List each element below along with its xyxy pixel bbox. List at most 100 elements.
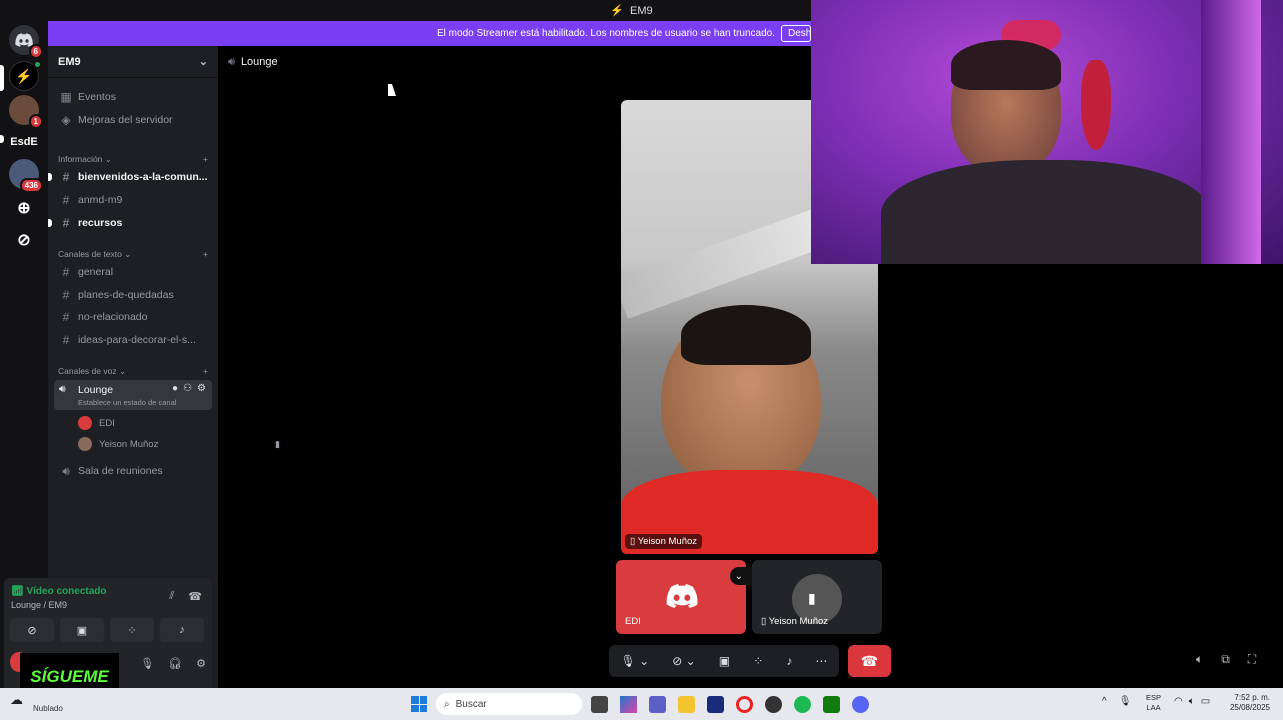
more-options-button[interactable]: ⋯ — [815, 654, 827, 668]
live-indicator — [33, 60, 42, 69]
weather-label: Nublado — [33, 704, 63, 713]
copilot-icon[interactable] — [620, 696, 637, 713]
hash-icon: # — [62, 216, 70, 230]
channel-ideas[interactable]: # ideas-para-decorar-el-s... — [54, 330, 212, 350]
microphone-icon[interactable]: 🎙︎ — [140, 657, 154, 670]
discord-window: ⚡ EM9 6 ⚡ 1 EsdE 436 ⊕ ⊘ El modo Streamer… — [0, 0, 1283, 720]
channel-planes[interactable]: # planes-de-quedadas — [54, 285, 212, 305]
voice-location[interactable]: Lounge / EM9 — [11, 600, 67, 610]
category-text[interactable]: Canales de texto ⌄ + — [58, 247, 208, 261]
hash-icon: # — [62, 310, 70, 324]
file-explorer-icon[interactable] — [678, 696, 695, 713]
opera-icon[interactable] — [736, 696, 753, 713]
weather-icon[interactable]: ☁ — [10, 692, 23, 708]
screen-share-button[interactable]: ▣ — [719, 654, 730, 668]
channel-anmd-m9[interactable]: # anmd-m9 — [54, 190, 212, 210]
channel-recursos[interactable]: # recursos — [48, 213, 212, 233]
server-icon-em9[interactable]: ⚡ — [9, 60, 42, 91]
camera-off-button[interactable]: ⊘ — [10, 618, 54, 642]
xbox-icon[interactable] — [823, 696, 840, 713]
channel-bienvenidos[interactable]: # bienvenidos-a-la-comun... — [48, 167, 212, 187]
language-indicator[interactable]: ESP LAA — [1146, 693, 1161, 713]
channel-no-relacionado[interactable]: # no-relacionado — [54, 307, 212, 327]
channel-general[interactable]: # general — [54, 262, 212, 282]
stage-tools: 🔈︎ ⧉ ⛶ — [1196, 652, 1256, 667]
soundboard-button[interactable]: ♪ — [786, 654, 792, 668]
battery-icon[interactable]: ▭ — [1201, 696, 1210, 707]
hash-icon: # — [62, 288, 70, 302]
channel-status[interactable]: Establece un estado de canal — [78, 398, 176, 407]
microphone-tray-icon[interactable]: 🎙︎ — [1119, 696, 1132, 707]
channel-title: Lounge — [240, 56, 278, 68]
discord-taskbar-icon[interactable] — [852, 696, 869, 713]
activities-button[interactable]: ⁘ — [110, 618, 154, 642]
chevron-down-icon: ⌄ — [198, 56, 208, 68]
server-icon-anime[interactable]: 1 — [9, 95, 43, 129]
selected-pill — [0, 65, 4, 91]
clock[interactable]: 7:52 p. m. 25/08/2025 — [1225, 693, 1270, 713]
teams-icon[interactable] — [649, 696, 666, 713]
settings-icon[interactable]: ⚙ — [197, 383, 206, 394]
hangup-button[interactable]: ☎ — [848, 645, 891, 677]
events-item[interactable]: ▦ Eventos — [54, 87, 212, 107]
soundboard-button[interactable]: ♪ — [160, 618, 204, 642]
add-channel-icon[interactable]: + — [203, 249, 208, 259]
volume-tray-icon[interactable]: 🔈︎ — [1189, 696, 1195, 707]
settings-icon[interactable]: ⚙ — [196, 657, 206, 670]
camera-icon: ▮ — [808, 590, 816, 606]
camera-button[interactable]: ⊘ ⌄ — [672, 654, 695, 668]
voice-user-yeison[interactable]: Yeison Muñoz ▮ — [78, 435, 280, 453]
streamer-hair — [951, 40, 1061, 90]
disable-streamer-button[interactable]: Desha — [781, 25, 811, 42]
chevron-up-icon[interactable]: ^ — [1102, 696, 1107, 707]
chevron-down-icon: ⌄ — [734, 570, 744, 582]
invite-icon[interactable]: ⚇ — [183, 383, 192, 394]
disconnect-icon[interactable]: ☎ — [188, 590, 202, 603]
add-server-icon[interactable]: ⊕ — [9, 193, 39, 223]
server-header[interactable]: EM9 ⌄ — [48, 46, 218, 78]
noise-suppression-icon[interactable]: ⫽ — [169, 590, 174, 603]
discord-home-icon[interactable]: 6 — [9, 25, 43, 59]
category-voice[interactable]: Canales de voz ⌄ + — [58, 364, 208, 378]
windows-start-icon[interactable] — [411, 696, 427, 712]
task-view-icon[interactable] — [591, 696, 608, 713]
notification-badge: 6 — [28, 44, 43, 59]
video-tile-yeison-small[interactable]: ▮ ▯ Yeison Muñoz — [752, 560, 882, 634]
wifi-icon[interactable]: ◠ — [1174, 696, 1183, 707]
search-icon: ⌕ — [444, 698, 450, 710]
voice-channel-lounge[interactable]: 🔊︎ Lounge Establece un estado de canal ●… — [54, 380, 212, 410]
notification-badge: 1 — [28, 114, 43, 129]
category-info[interactable]: Información ⌄ + — [58, 152, 208, 166]
popout-icon[interactable]: ⧉ — [1221, 652, 1230, 667]
soundboard-icon: ♪ — [179, 624, 185, 636]
voice-user-edi[interactable]: EDI — [78, 414, 115, 432]
server-icon-group[interactable]: 436 — [9, 159, 43, 193]
activities-button[interactable]: ⁘ — [753, 654, 763, 668]
discover-icon[interactable]: ⊘ — [9, 225, 39, 255]
server-boost-item[interactable]: ◈ Mejoras del servidor — [54, 110, 212, 130]
channel-header: 🔊︎ Lounge — [218, 46, 811, 78]
chat-icon[interactable]: ● — [172, 383, 178, 394]
microphone-button[interactable]: 🎙︎ ⌄ — [621, 654, 650, 668]
share-screen-button[interactable]: ▣ — [60, 618, 104, 642]
avatar — [78, 416, 92, 430]
banner-text: El modo Streamer está habilitado. Los no… — [437, 28, 775, 39]
video-tile-edi[interactable]: EDI — [616, 560, 746, 634]
github-icon[interactable] — [765, 696, 782, 713]
server-icon-esde[interactable]: EsdE — [9, 127, 39, 157]
taskbar-search[interactable]: ⌕ Buscar — [436, 693, 582, 715]
editor-icon[interactable] — [707, 696, 724, 713]
voice-channel-sala[interactable]: 🔊︎ Sala de reuniones — [54, 461, 212, 481]
headphones-icon[interactable]: 🎧︎ — [168, 657, 182, 670]
add-channel-icon[interactable]: + — [203, 366, 208, 376]
add-channel-icon[interactable]: + — [203, 154, 208, 164]
volume-icon[interactable]: 🔈︎ — [1196, 652, 1203, 667]
windows-taskbar: ☁ Nublado ⌕ Buscar ^ 🎙︎ ESP LAA ◠ 🔈︎ ▭ 7… — [0, 688, 1283, 720]
speaker-icon: 🔊︎ — [62, 463, 70, 478]
streamer-shirt — [881, 160, 1211, 264]
phone-icon: ▯ — [630, 536, 636, 547]
fullscreen-icon[interactable]: ⛶ — [1248, 652, 1256, 667]
led-lights — [1201, 0, 1261, 264]
spotify-icon[interactable] — [794, 696, 811, 713]
call-controls: 🎙︎ ⌄ ⊘ ⌄ ▣ ⁘ ♪ ⋯ — [609, 645, 839, 677]
